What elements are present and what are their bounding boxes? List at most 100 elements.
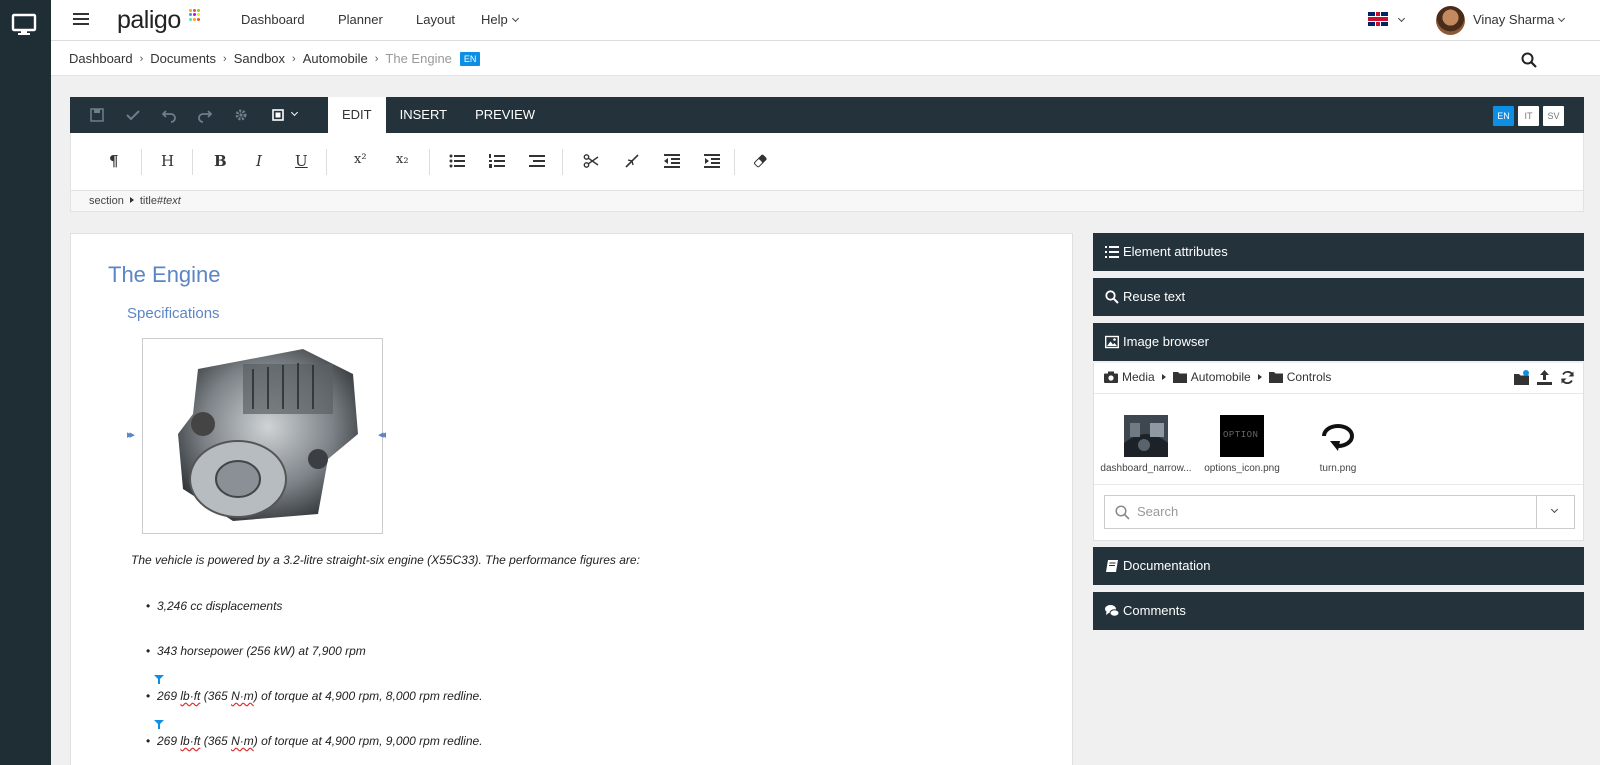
outdent-icon[interactable] (664, 153, 680, 169)
comments-label: Comments (1123, 603, 1186, 618)
element-path: section title#text (70, 191, 1584, 212)
fullscreen-chevron-down-icon[interactable] (290, 108, 299, 117)
language-badge: EN (459, 51, 481, 66)
breadcrumb-item-dashboard[interactable]: Dashboard (69, 51, 133, 66)
filter-icon[interactable] (154, 720, 164, 729)
expand-handle-left-icon[interactable]: ▸▸ (127, 428, 135, 441)
tab-insert[interactable]: INSERT (386, 97, 461, 133)
folder-icon (1172, 372, 1187, 383)
search-icon[interactable] (1521, 52, 1537, 68)
monitor-icon[interactable] (11, 12, 37, 38)
nav-layout[interactable]: Layout (416, 12, 455, 27)
nav-dashboard[interactable]: Dashboard (241, 12, 305, 27)
breadcrumb: Dashboard › Documents › Sandbox › Automobil… (69, 51, 481, 66)
tab-edit[interactable]: EDIT (328, 97, 386, 133)
save-icon[interactable] (89, 107, 105, 123)
path-automobile[interactable]: Automobile (1191, 370, 1251, 384)
documentation-panel-header[interactable]: Documentation (1093, 547, 1584, 585)
comments-panel-header[interactable]: Comments (1093, 592, 1584, 630)
redo-icon[interactable] (197, 107, 213, 123)
eraser-icon[interactable] (753, 153, 769, 169)
language-switcher: EN IT SV (1493, 106, 1564, 126)
paragraph-button[interactable]: ¶ (109, 152, 119, 170)
uk-flag-icon[interactable] (1368, 12, 1388, 26)
breadcrumb-item-documents[interactable]: Documents (150, 51, 216, 66)
top-navigation: paligo Dashboard Planner Layout Help Vin… (51, 0, 1600, 41)
element-attributes-panel-header[interactable]: Element attributes (1093, 233, 1584, 271)
upload-icon[interactable] (1537, 370, 1552, 385)
path-controls[interactable]: Controls (1287, 370, 1332, 384)
document-title[interactable]: The Engine (108, 262, 221, 288)
superscript-button[interactable]: x² (354, 152, 367, 167)
path-media[interactable]: Media (1122, 370, 1155, 384)
thumbnail-turn[interactable] (1316, 415, 1360, 457)
engine-image[interactable] (142, 338, 383, 534)
folder-icon (1268, 372, 1283, 383)
nav-planner[interactable]: Planner (338, 12, 383, 27)
element-path-current[interactable]: title# (140, 195, 163, 207)
new-folder-icon[interactable] (1514, 370, 1529, 385)
intro-paragraph[interactable]: The vehicle is powered by a 3.2-litre st… (131, 553, 640, 567)
paligo-logo[interactable]: paligo (117, 6, 181, 35)
list-item[interactable]: 269 lb·ft (365 N·m) of torque at 4,900 r… (146, 734, 483, 748)
list-icon (1105, 246, 1119, 258)
list-item[interactable]: 343 horsepower (256 kW) at 7,900 rpm (146, 644, 366, 658)
language-sv[interactable]: SV (1543, 106, 1564, 126)
breadcrumb-item-sandbox[interactable]: Sandbox (234, 51, 285, 66)
fullscreen-icon[interactable] (270, 107, 286, 123)
format-toolbar: ¶ H B I U x² x₂ (70, 133, 1584, 191)
heading-button[interactable]: H (161, 152, 174, 170)
indent-icon[interactable] (704, 153, 720, 169)
nav-help[interactable]: Help (481, 12, 518, 27)
search-dropdown-toggle[interactable] (1536, 496, 1574, 528)
user-menu[interactable]: Vinay Sharma (1473, 12, 1564, 27)
search-icon (1115, 505, 1130, 520)
user-avatar[interactable] (1436, 6, 1465, 35)
tab-preview[interactable]: PREVIEW (461, 97, 549, 133)
image-search-input[interactable] (1137, 504, 1517, 519)
language-it[interactable]: IT (1518, 106, 1539, 126)
merge-icon[interactable] (624, 153, 640, 169)
language-en[interactable]: EN (1493, 106, 1514, 126)
hamburger-menu-icon[interactable] (73, 13, 89, 27)
refresh-icon[interactable] (1560, 370, 1575, 385)
expand-handle-right-icon[interactable]: ◂◂ (378, 428, 386, 441)
filter-icon[interactable] (154, 675, 164, 684)
numbered-list-icon[interactable] (489, 153, 505, 169)
book-icon (1106, 560, 1118, 572)
thumbnail-dashboard[interactable] (1124, 415, 1168, 457)
bulleted-list-icon[interactable] (449, 153, 465, 169)
thumbnail-label: dashboard_narrow... (1100, 463, 1192, 474)
logo-dots-icon (189, 9, 201, 21)
list-item[interactable]: 269 lb·ft (365 N·m) of torque at 4,900 r… (146, 689, 483, 703)
check-icon[interactable] (125, 107, 141, 123)
section-title[interactable]: Specifications (127, 305, 220, 322)
document-canvas[interactable]: The Engine Specifications ▸▸ ◂◂ The vehi… (70, 233, 1073, 765)
chevron-down-icon (1550, 505, 1559, 514)
element-path-parent[interactable]: section (89, 195, 124, 207)
thumbnail-label: options_icon.png (1204, 463, 1280, 474)
bold-button[interactable]: B (214, 152, 227, 170)
left-rail (0, 0, 51, 765)
documentation-label: Documentation (1123, 558, 1211, 573)
list-item[interactable]: 3,246 cc displacements (146, 599, 282, 613)
comments-icon (1105, 605, 1119, 617)
image-browser-tools (1514, 370, 1575, 385)
reuse-text-panel-header[interactable]: Reuse text (1093, 278, 1584, 316)
editor-tabs: EDIT INSERT PREVIEW (328, 97, 549, 133)
thumbnail-label: turn.png (1319, 463, 1357, 474)
subscript-button[interactable]: x₂ (396, 152, 409, 167)
thumbnail-options-icon[interactable]: OPTION (1220, 415, 1264, 457)
breadcrumb-bar: Dashboard › Documents › Sandbox › Automobil… (51, 41, 1600, 76)
editor-toolbar: EDIT INSERT PREVIEW EN IT SV (70, 97, 1584, 133)
underline-button[interactable]: U (295, 152, 308, 170)
italic-button[interactable]: I (256, 152, 262, 170)
gear-icon[interactable] (233, 107, 249, 123)
scissors-icon[interactable] (583, 153, 599, 169)
undo-icon[interactable] (161, 107, 177, 123)
breadcrumb-item-automobile[interactable]: Automobile (303, 51, 368, 66)
definition-list-icon[interactable] (529, 153, 545, 169)
image-browser-panel-header[interactable]: Image browser (1093, 323, 1584, 361)
language-chevron-down-icon[interactable] (1397, 14, 1406, 23)
image-browser-path: Media Automobile Controls (1104, 370, 1331, 384)
